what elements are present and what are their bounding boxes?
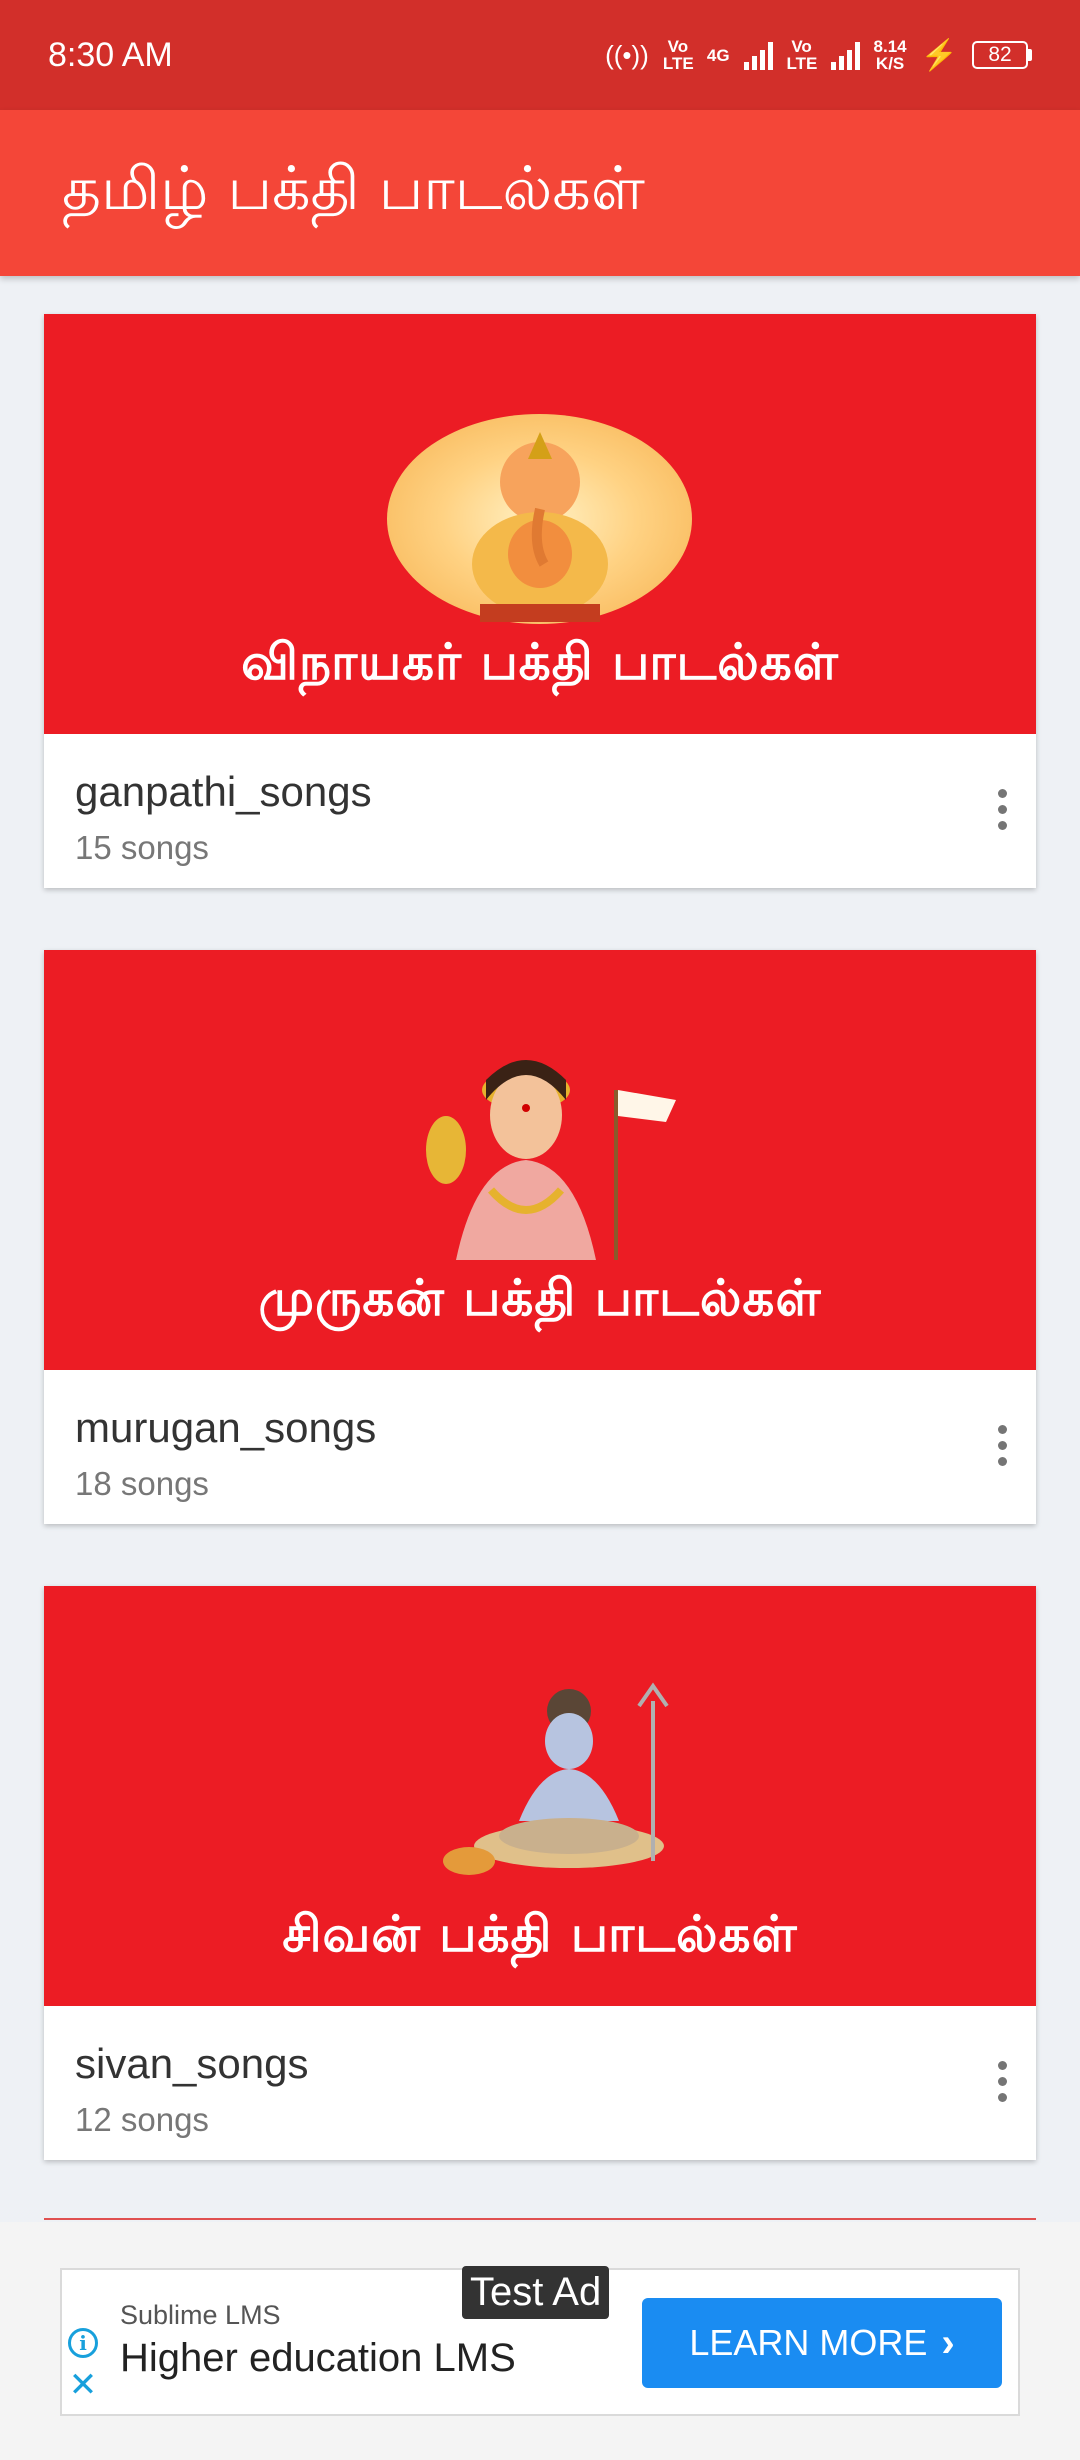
more-vert-dot [997, 804, 1007, 814]
album-card-murugan[interactable]: முருகன் பக்தி பாடல்கள் murugan_songs 18 … [44, 950, 1036, 1524]
album-footer[interactable]: ganpathi_songs 15 songs [44, 734, 1036, 888]
album-song-count: 18 songs [75, 1465, 209, 1502]
album-banner[interactable]: விநாயகர் பக்தி பாடல்கள் [44, 314, 1036, 734]
more-vert-icon [997, 2060, 1007, 2070]
ad-headline: Higher education LMS [120, 2336, 516, 2380]
ad-banner-area: Test Ad i ✕ Sublime LMS Higher education… [0, 2222, 1080, 2460]
album-card-sivan[interactable]: சிவன் பக்தி பாடல்கள் sivan_songs 12 song… [44, 1586, 1036, 2160]
album-song-count: 12 songs [75, 2101, 209, 2138]
status-icons: ((•)) Vo LTE 4G Vo LTE 8.14 K/S ⚡ 82 [605, 38, 1032, 73]
status-bar: 8:30 AM ((•)) Vo LTE 4G Vo LTE 8.14 K/S … [0, 0, 1080, 110]
network-speed-unit: K/S [875, 54, 905, 73]
ad-advertiser: Sublime LMS [120, 2300, 281, 2330]
info-icon[interactable]: i [68, 2328, 98, 2358]
more-vert-dot [997, 2092, 1007, 2102]
battery-level: 82 [972, 41, 1028, 69]
volte-indicator-1: Vo LTE [662, 37, 694, 73]
album-banner-text: சிவன் பக்தி பாடல்கள் [282, 1904, 798, 1963]
more-options-button[interactable] [982, 774, 1022, 844]
learn-more-label: LEARN MORE [689, 2322, 928, 2363]
more-vert-icon [997, 1424, 1007, 1434]
volte-indicator-2: Vo LTE [786, 37, 818, 73]
network-speed: 8.14 K/S [874, 38, 907, 72]
more-options-button[interactable] [982, 1410, 1022, 1480]
more-vert-icon [997, 788, 1007, 798]
ad-test-tag: Test Ad [462, 2266, 610, 2319]
album-banner[interactable]: சிவன் பக்தி பாடல்கள் [44, 1586, 1036, 2006]
learn-more-button[interactable]: LEARN MORE › [642, 2298, 1002, 2388]
shiva-image [443, 1682, 669, 1875]
more-options-button[interactable] [982, 2046, 1022, 2116]
album-title: sivan_songs [75, 2040, 309, 2087]
signal-strength-icon-1 [743, 40, 773, 70]
album-song-count: 15 songs [75, 829, 209, 866]
status-time: 8:30 AM [48, 35, 173, 74]
album-title: ganpathi_songs [75, 768, 372, 815]
battery-icon: 82 [972, 41, 1032, 69]
charging-icon: ⚡ [920, 38, 958, 72]
ad-banner[interactable]: Test Ad i ✕ Sublime LMS Higher education… [60, 2266, 1020, 2416]
chevron-right-icon: › [941, 2320, 955, 2365]
more-vert-dot [997, 2076, 1007, 2086]
close-icon[interactable]: ✕ [68, 2368, 98, 2402]
murugan-image [426, 1060, 676, 1260]
album-card-ganpathi[interactable]: விநாயகர் பக்தி பாடல்கள் ganpathi_songs 1… [44, 314, 1036, 888]
album-banner[interactable]: முருகன் பக்தி பாடல்கள் [44, 950, 1036, 1370]
more-vert-dot [997, 1440, 1007, 1450]
hotspot-icon: ((•)) [605, 39, 649, 70]
album-title: murugan_songs [75, 1404, 377, 1451]
app-title: தமிழ் பக்தி பாடல்கள் [62, 154, 645, 224]
album-footer[interactable]: murugan_songs 18 songs [44, 1370, 1036, 1524]
album-footer[interactable]: sivan_songs 12 songs [44, 2006, 1036, 2160]
more-vert-dot [997, 1456, 1007, 1466]
app-bar: தமிழ் பக்தி பாடல்கள் [0, 110, 1080, 276]
network-type-indicator: 4G [706, 45, 730, 65]
more-vert-dot [997, 820, 1007, 830]
album-banner-text: முருகன் பக்தி பாடல்கள் [258, 1268, 822, 1327]
signal-strength-icon-2 [830, 40, 860, 70]
network-speed-value: 8.14 [873, 37, 907, 56]
ganesha-image [472, 432, 608, 622]
album-banner-text: விநாயகர் பக்தி பாடல்கள் [241, 632, 839, 691]
battery-tip [1028, 49, 1032, 61]
